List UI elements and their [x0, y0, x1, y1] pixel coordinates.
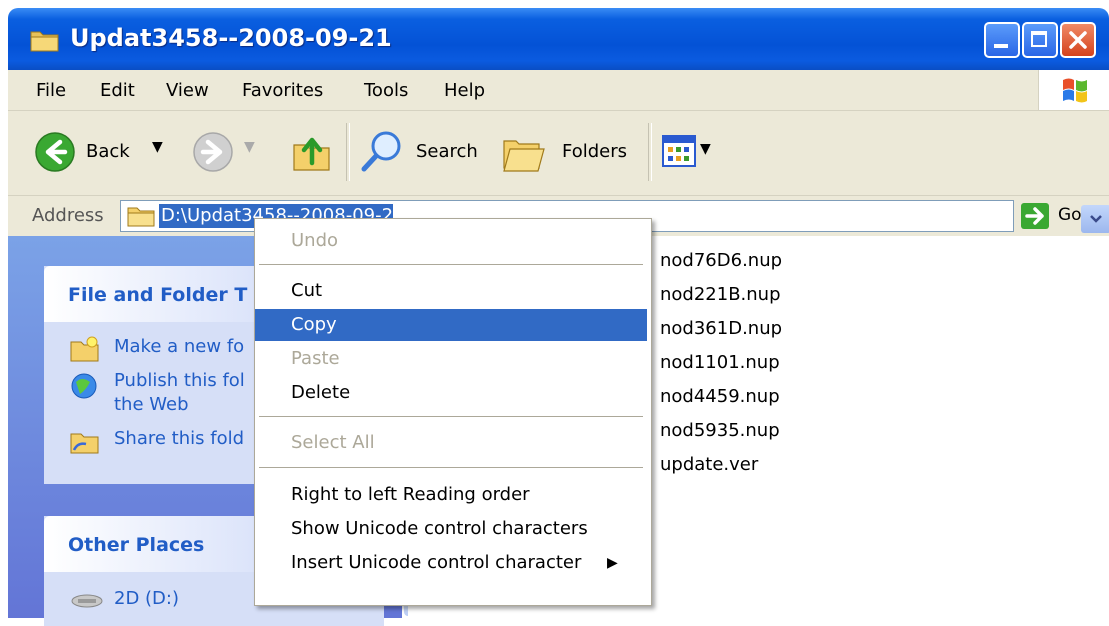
maximize-button[interactable]	[1022, 22, 1058, 58]
go-arrow-icon	[1021, 203, 1049, 229]
forward-arrow-icon	[193, 132, 233, 172]
list-item[interactable]: nod5935.nup	[660, 420, 780, 441]
menu-item-select-all[interactable]: Select All	[255, 427, 647, 459]
toolbar-separator	[648, 123, 652, 181]
list-item[interactable]: nod76D6.nup	[660, 250, 782, 271]
submenu-arrow-icon: ▶	[607, 555, 618, 571]
windows-flag-icon	[1063, 78, 1087, 103]
forward-button[interactable]: ▼	[192, 131, 272, 175]
list-item[interactable]: nod4459.nup	[660, 386, 780, 407]
windows-logo	[1038, 70, 1109, 110]
menu-bar: File Edit View Favorites Tools Help	[8, 70, 1109, 111]
menu-separator	[259, 264, 643, 265]
other-places-title: Other Places	[68, 534, 205, 556]
close-icon	[1069, 31, 1087, 49]
menu-edit[interactable]: Edit	[100, 80, 135, 101]
menu-item-delete[interactable]: Delete	[255, 377, 647, 409]
close-button[interactable]	[1060, 22, 1096, 58]
views-button[interactable]: ▼	[662, 135, 722, 171]
menu-view[interactable]: View	[166, 80, 209, 101]
maximize-icon	[1031, 31, 1047, 47]
share-folder-icon	[70, 433, 99, 454]
back-label: Back	[86, 141, 130, 162]
title-bar[interactable]: Updat3458--2008-09-21	[8, 8, 1109, 70]
list-item[interactable]: nod361D.nup	[660, 318, 782, 339]
folders-icon	[503, 140, 545, 172]
views-icon	[662, 135, 696, 167]
menu-item-copy[interactable]: Copy	[255, 309, 647, 341]
up-folder-icon[interactable]	[292, 133, 334, 173]
menu-file[interactable]: File	[36, 80, 66, 101]
list-item[interactable]: update.ver	[660, 454, 758, 475]
menu-item-insert-unicode[interactable]: Insert Unicode control character ▶	[255, 547, 647, 579]
context-menu: Undo Cut Copy Paste Delete Select All Ri…	[254, 218, 652, 606]
search-button[interactable]: Search	[360, 129, 490, 175]
minimize-button[interactable]	[984, 22, 1020, 58]
toolbar-separator	[346, 123, 350, 181]
menu-item-show-unicode[interactable]: Show Unicode control characters	[255, 513, 647, 545]
folders-label: Folders	[562, 141, 628, 162]
place-drive-d[interactable]: 2D (D:)	[114, 588, 179, 609]
list-item[interactable]: nod221B.nup	[660, 284, 781, 305]
search-label: Search	[416, 141, 478, 162]
menu-separator	[259, 416, 643, 417]
menu-favorites[interactable]: Favorites	[242, 80, 323, 101]
task-share-folder[interactable]: Share this fold	[114, 428, 244, 449]
menu-item-cut[interactable]: Cut	[255, 275, 647, 307]
folder-icon	[30, 31, 59, 52]
task-publish-folder-line2[interactable]: the Web	[114, 394, 189, 415]
publish-web-icon	[71, 373, 97, 399]
forward-dropdown-icon: ▼	[244, 139, 255, 155]
menu-item-rtl-reading[interactable]: Right to left Reading order	[255, 479, 647, 511]
minimize-icon	[994, 44, 1008, 48]
toolbar: Back ▼ ▼ Search Folders ▼	[8, 111, 1109, 196]
menu-item-insert-unicode-label: Insert Unicode control character	[291, 552, 582, 573]
back-dropdown-icon[interactable]: ▼	[152, 139, 163, 155]
file-folder-tasks-title: File and Folder T	[68, 284, 248, 306]
menu-help[interactable]: Help	[444, 80, 485, 101]
menu-item-undo[interactable]: Undo	[255, 225, 647, 257]
back-arrow-icon	[35, 132, 75, 172]
task-publish-folder[interactable]: Publish this fol	[114, 370, 245, 391]
drive-icon	[71, 594, 103, 608]
task-make-new-folder[interactable]: Make a new fo	[114, 336, 244, 357]
search-icon	[361, 131, 401, 172]
back-button[interactable]: Back ▼	[34, 131, 182, 175]
list-item[interactable]: nod1101.nup	[660, 352, 780, 373]
go-label: Go	[1058, 205, 1082, 225]
folder-icon	[127, 207, 155, 227]
folders-button[interactable]: Folders	[502, 129, 642, 175]
menu-separator	[259, 467, 643, 468]
menu-item-paste[interactable]: Paste	[255, 343, 647, 375]
address-label: Address	[32, 205, 104, 226]
views-dropdown-icon: ▼	[700, 141, 711, 157]
new-folder-icon	[70, 336, 99, 362]
menu-tools[interactable]: Tools	[364, 80, 408, 101]
window-title: Updat3458--2008-09-21	[70, 24, 392, 52]
go-button[interactable]: Go	[1020, 200, 1100, 232]
